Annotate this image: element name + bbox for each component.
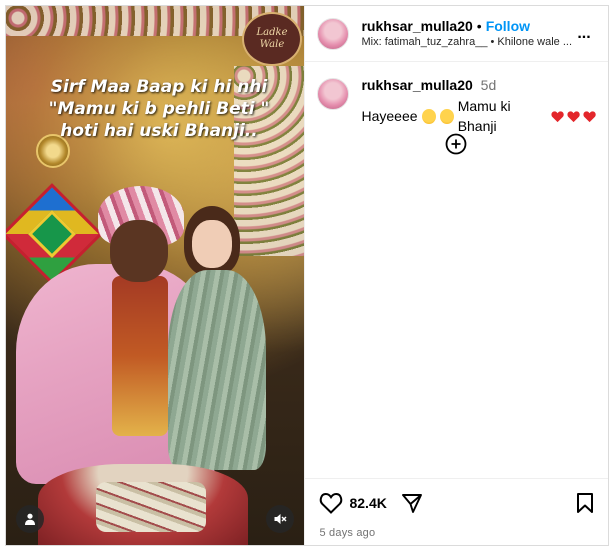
girl-face <box>192 220 232 268</box>
audio-attribution[interactable]: Mix: fatimah_tuz_zahra__ • Khilone wale … <box>361 35 572 50</box>
caption-line: "Mamu ki b pehli Beti " <box>48 99 270 119</box>
header-text: rukhsar_mulla20 • Follow Mix: fatimah_tu… <box>361 17 572 50</box>
post-frame: Ladke Wale Sirf Maa Baap ki hi nhi "Mamu… <box>5 5 609 546</box>
heart-icon <box>550 110 564 122</box>
heart-icon <box>583 110 596 122</box>
comment-item: rukhsar_mulla20 5d Hayeeee Mamu ki Bhanj… <box>305 62 608 136</box>
author-username[interactable]: rukhsar_mulla20 <box>361 17 472 35</box>
avatar[interactable] <box>317 17 350 50</box>
post-media[interactable]: Ladke Wale Sirf Maa Baap ki hi nhi "Mamu… <box>6 6 305 545</box>
heart-icon <box>567 110 580 122</box>
user-tag-button[interactable] <box>16 505 44 533</box>
tray-notes <box>96 482 206 532</box>
bookmark-icon[interactable] <box>576 492 594 514</box>
caption-line: Sirf Maa Baap ki hi nhi <box>50 77 268 97</box>
caption-line: hoti hai uski Bhanji.. <box>60 121 258 141</box>
more-options-button[interactable]: ... <box>572 22 596 46</box>
comment-username[interactable]: rukhsar_mulla20 <box>361 77 472 93</box>
actions-row: 82.4K <box>319 491 594 515</box>
avatar[interactable] <box>317 78 350 110</box>
post-header: rukhsar_mulla20 • Follow Mix: fatimah_tu… <box>305 6 608 62</box>
mute-icon <box>274 514 287 524</box>
kissing-face-icon <box>439 108 454 124</box>
follow-button[interactable]: Follow <box>486 17 530 35</box>
decor-sign: Ladke Wale <box>242 12 302 66</box>
caption-overlay: Sirf Maa Baap ki hi nhi "Mamu ki b pehli… <box>14 76 304 142</box>
comment-time[interactable]: 5d <box>481 77 497 93</box>
comment-text: Hayeeee Mamu ki Bhanji <box>361 96 596 136</box>
sign-text: Ladke Wale <box>256 26 288 51</box>
comment-header: rukhsar_mulla20 5d <box>361 76 596 94</box>
share-icon[interactable] <box>401 492 423 514</box>
likes-count[interactable]: 82.4K <box>349 495 386 511</box>
post-timestamp[interactable]: 5 days ago <box>319 527 594 539</box>
comment-body: rukhsar_mulla20 5d Hayeeee Mamu ki Bhanj… <box>361 76 596 136</box>
groom-sherwani <box>112 276 168 436</box>
load-more-comments-button[interactable] <box>444 132 468 156</box>
user-tag-icon <box>25 513 35 525</box>
comment-text-middle: Mamu ki Bhanji <box>457 98 511 134</box>
girl-figure <box>168 270 266 470</box>
separator-dot: • <box>476 18 482 34</box>
smiling-face-icon <box>421 108 436 124</box>
heart-outline-icon[interactable] <box>319 492 343 514</box>
add-circle-icon <box>446 133 467 155</box>
more-icon: ... <box>577 24 591 42</box>
header-line: rukhsar_mulla20 • Follow <box>361 17 572 35</box>
groom-face <box>110 220 168 282</box>
post-actions: 82.4K 5 days ago <box>305 478 608 545</box>
comment-text-start: Hayeeee <box>361 108 418 124</box>
post-side-panel: rukhsar_mulla20 • Follow Mix: fatimah_tu… <box>304 6 608 545</box>
